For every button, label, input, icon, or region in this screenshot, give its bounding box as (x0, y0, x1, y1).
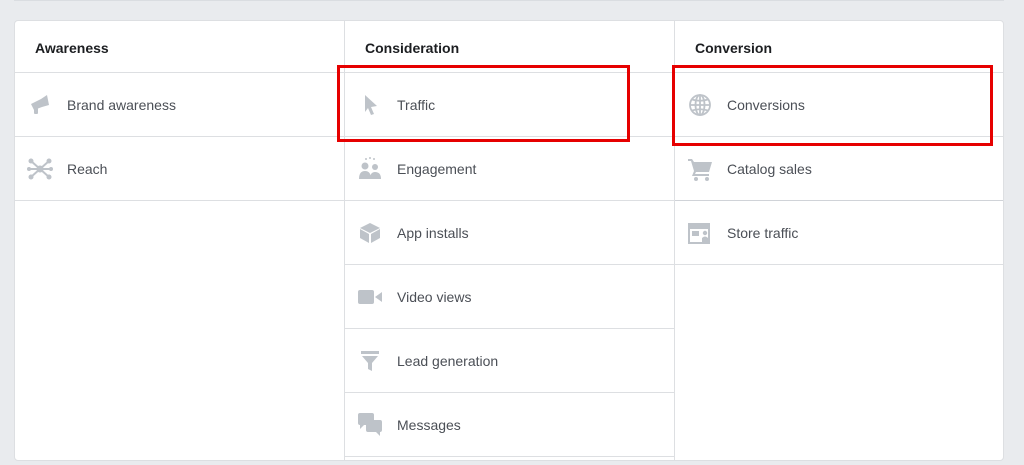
cursor-icon (357, 92, 383, 118)
shopping-cart-icon (687, 156, 713, 182)
objective-app-installs[interactable]: App installs (345, 201, 674, 265)
objective-engagement[interactable]: Engagement (345, 137, 674, 201)
video-camera-icon (357, 284, 383, 310)
objective-panel: Awareness Brand awareness Reach Consider… (14, 20, 1004, 461)
objective-traffic[interactable]: Traffic (345, 73, 674, 137)
chat-bubbles-icon (357, 412, 383, 438)
objective-label: Messages (397, 416, 461, 433)
column-awareness: Awareness Brand awareness Reach (15, 21, 345, 460)
objective-label: Traffic (397, 96, 436, 113)
objective-label: Catalog sales (727, 160, 812, 177)
objective-messages[interactable]: Messages (345, 393, 674, 457)
column-header-conversion: Conversion (675, 21, 1003, 73)
objective-brand-awareness[interactable]: Brand awareness (15, 73, 344, 137)
globe-icon (687, 92, 713, 118)
objective-label: Store traffic (727, 224, 799, 241)
column-conversion: Conversion Conversions Catalog sales Sto… (675, 21, 1003, 460)
objective-conversions[interactable]: Conversions (675, 73, 1003, 137)
store-icon (687, 220, 713, 246)
column-header-consideration: Consideration (345, 21, 674, 73)
objective-lead-generation[interactable]: Lead generation (345, 329, 674, 393)
top-bar (0, 0, 1024, 20)
objective-store-traffic[interactable]: Store traffic (675, 201, 1003, 265)
objective-label: Brand awareness (67, 96, 176, 113)
objective-label: Engagement (397, 160, 477, 177)
column-header-awareness: Awareness (15, 21, 344, 73)
box-icon (357, 220, 383, 246)
objective-reach[interactable]: Reach (15, 137, 344, 201)
objective-label: App installs (397, 224, 469, 241)
reach-network-icon (27, 156, 53, 182)
objective-video-views[interactable]: Video views (345, 265, 674, 329)
objective-label: Lead generation (397, 352, 499, 369)
objective-label: Conversions (727, 96, 805, 113)
people-icon (357, 156, 383, 182)
objective-catalog-sales[interactable]: Catalog sales (675, 137, 1003, 201)
objective-label: Video views (397, 288, 472, 305)
megaphone-icon (27, 92, 53, 118)
column-consideration: Consideration Traffic Engagement App ins… (345, 21, 675, 460)
funnel-icon (357, 348, 383, 374)
objective-label: Reach (67, 160, 108, 177)
top-divider (14, 0, 1004, 1)
